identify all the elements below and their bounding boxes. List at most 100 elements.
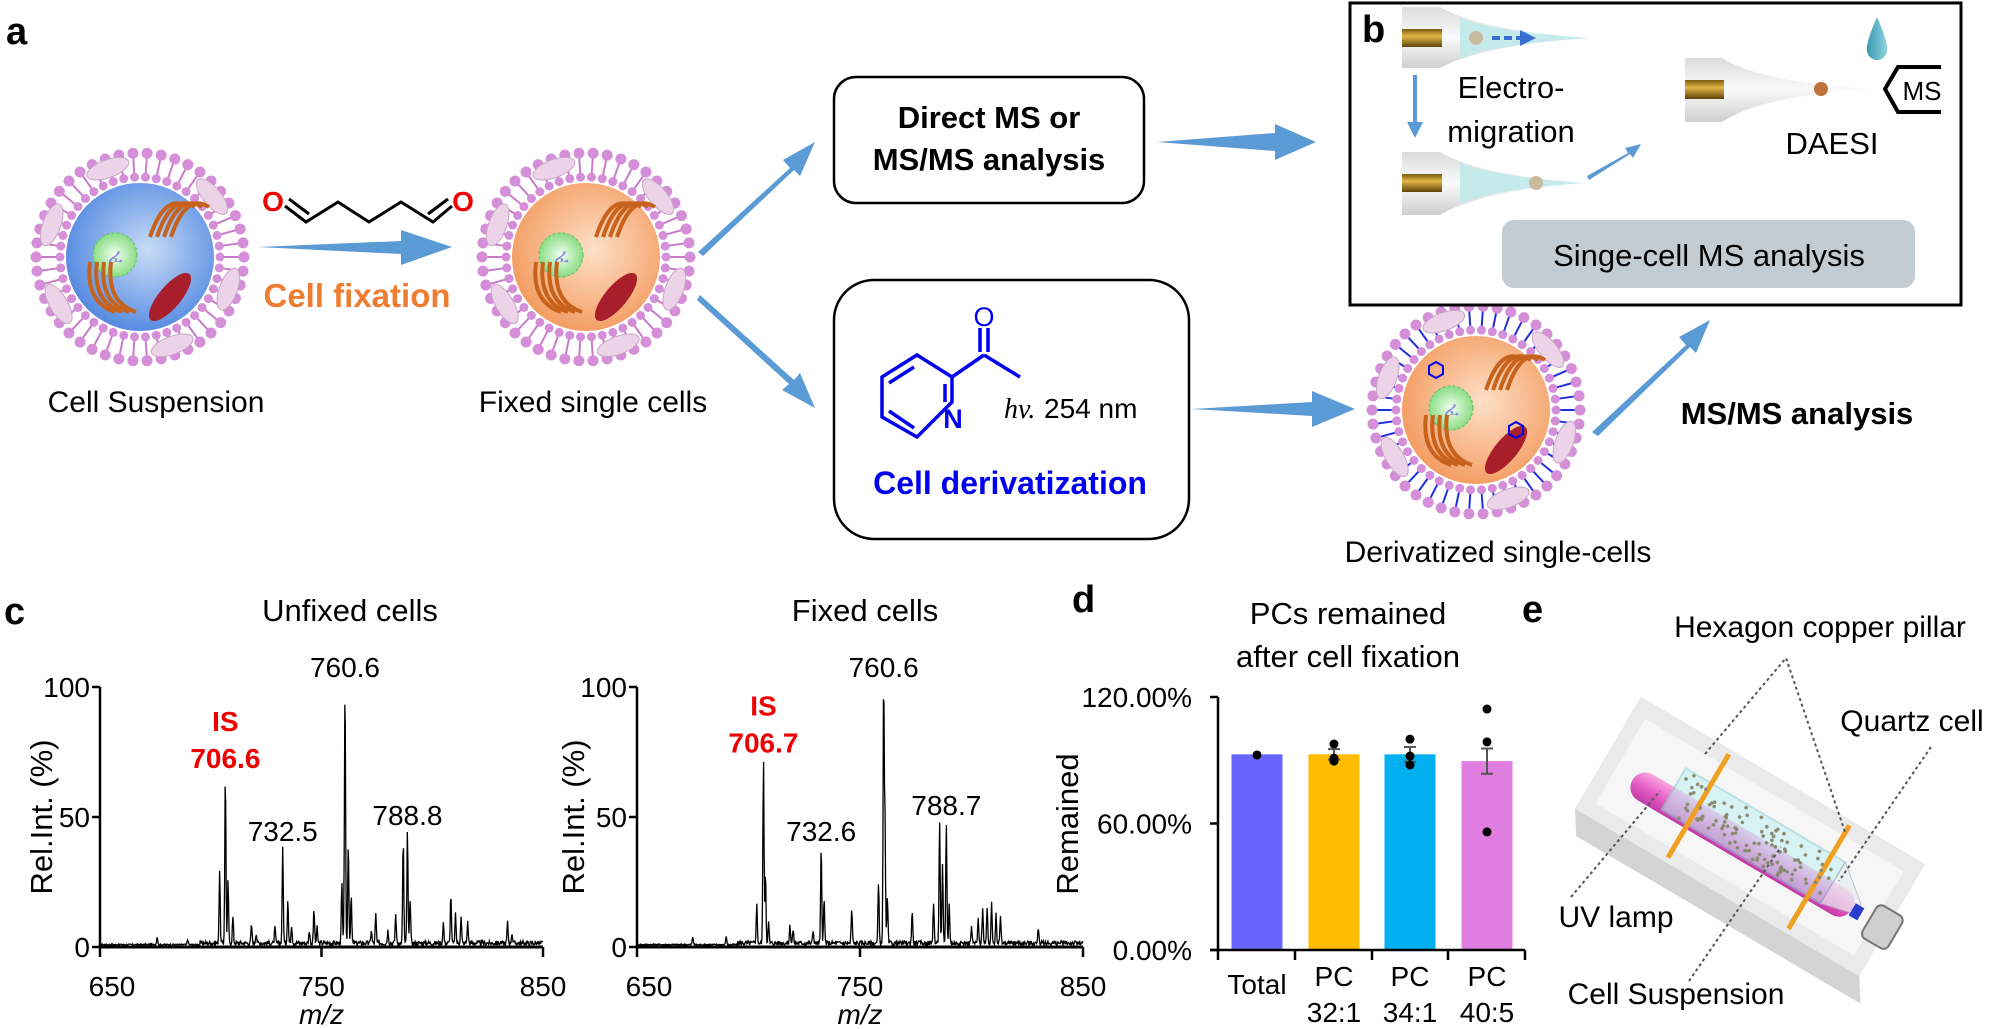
lipid-head (119, 330, 129, 340)
lipid-head (520, 336, 532, 348)
pyridine-nitrogen: N (943, 404, 963, 434)
wavelength-label: 254 nm (1044, 393, 1137, 424)
lipid-tail (1532, 470, 1545, 484)
lipid-tail (590, 340, 594, 357)
lipid-head (526, 194, 536, 204)
lipid-head (98, 323, 108, 333)
lipid-head (1416, 347, 1426, 357)
lipid-head (1463, 508, 1475, 520)
lipid-head (660, 263, 670, 273)
lipid-head (597, 330, 607, 340)
bar (1231, 754, 1283, 950)
lipid-head (1544, 437, 1554, 447)
category-label: PC (1391, 961, 1430, 992)
lipid-tail (1480, 493, 1484, 510)
panel-label-c: c (4, 591, 25, 633)
lipid-tail (1540, 462, 1555, 474)
lipid-head (197, 302, 207, 312)
lipid-head (1410, 319, 1422, 331)
lipid-tail (1376, 420, 1393, 425)
bar (1384, 754, 1436, 950)
lipid-head (1392, 416, 1402, 426)
y-tick-label: 100 (580, 672, 627, 703)
lipid-tail (1407, 470, 1420, 484)
lipid-tail (602, 158, 608, 175)
lipid-head (86, 343, 98, 355)
lipid-head (618, 181, 628, 191)
lipid-tail (177, 167, 187, 183)
category-label: PC (1315, 961, 1354, 992)
panel-label-b: b (1362, 9, 1385, 51)
lipid-head (1444, 330, 1454, 340)
bar-chart-title-line2: after cell fixation (1236, 639, 1460, 674)
lipid-head (212, 230, 222, 240)
lipid-tail (1454, 492, 1460, 509)
lipid-head (1409, 355, 1419, 365)
lipid-head (181, 187, 191, 197)
lipid-head (53, 185, 65, 197)
lipid-head (565, 174, 575, 184)
lipid-head (649, 294, 659, 304)
lipid-head (119, 174, 129, 184)
lipid-head (108, 327, 118, 337)
lipid-tail (551, 335, 559, 352)
lipid-head (1565, 363, 1577, 375)
lipid-head (127, 147, 139, 159)
lipid-head (89, 187, 99, 197)
lipid-head (56, 263, 66, 273)
lipid-head (182, 159, 194, 171)
lipid-head (155, 149, 167, 161)
lipid-tail (167, 162, 175, 179)
lipid-head (140, 332, 150, 342)
lipid-head (181, 317, 191, 327)
lipid-head (1548, 427, 1558, 437)
lipid-tail (1480, 310, 1484, 327)
lipid-head (683, 237, 695, 249)
lipid-head (190, 310, 200, 320)
lipid-head (508, 220, 518, 230)
data-point (1405, 760, 1415, 770)
y-tick-label: 100 (43, 672, 90, 703)
lipid-head (1367, 418, 1379, 430)
data-point (1252, 750, 1262, 760)
lipid-head (509, 175, 521, 187)
lipid-head (58, 274, 68, 284)
lipid-head (140, 172, 150, 182)
lipid-head (554, 177, 564, 187)
lipid-head (234, 223, 246, 235)
lipid-head (519, 302, 529, 312)
lipid-tail (517, 183, 530, 197)
x-tick-label: 850 (1060, 971, 1107, 1002)
lipid-tail (613, 162, 621, 179)
lipid-head (508, 284, 518, 294)
lipid-tail (1556, 382, 1573, 389)
msms-analysis-label: MS/MS analysis (1681, 396, 1914, 431)
electromigration-line1: Electro- (1458, 70, 1565, 105)
lipid-head (1551, 470, 1563, 482)
lipid-tail (1468, 493, 1472, 510)
lipid-head (67, 210, 77, 220)
lipid-head (1541, 480, 1553, 492)
lipid-head (504, 230, 514, 240)
lipid-head (544, 181, 554, 191)
lipid-head (151, 174, 161, 184)
lipid-head (661, 317, 673, 329)
lipid-tail (486, 267, 503, 272)
lipid-head (1398, 373, 1408, 383)
direct-ms-box (832, 75, 1146, 205)
lipid-head (627, 317, 637, 327)
lipid-tail (1379, 431, 1396, 438)
lipid-tail (1513, 320, 1523, 336)
lipid-head (618, 323, 628, 333)
x-tick-label: 750 (298, 971, 345, 1002)
lipid-head (504, 274, 514, 284)
lipid-head (1550, 416, 1560, 426)
lipid-head (1434, 476, 1444, 486)
lipid-head (640, 336, 652, 348)
lipid-head (651, 327, 663, 339)
lipid-head (565, 330, 575, 340)
lipid-head (208, 284, 218, 294)
lipid-head (194, 336, 206, 348)
lipid-head (573, 355, 585, 367)
lipid-head (501, 252, 511, 262)
